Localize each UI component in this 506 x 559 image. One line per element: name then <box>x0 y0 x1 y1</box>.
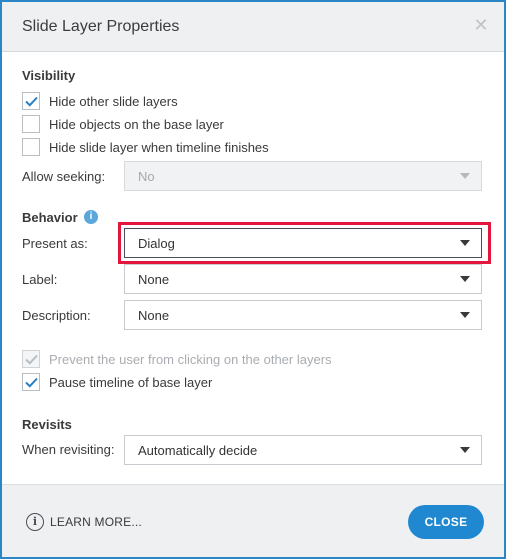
when-revisiting-dropdown[interactable]: Automatically decide <box>124 435 482 465</box>
behavior-heading: Behavior <box>22 210 78 225</box>
hide-when-timeline-finishes-checkbox[interactable] <box>22 138 40 156</box>
description-dropdown[interactable]: None <box>124 300 482 330</box>
info-icon: i <box>26 513 44 531</box>
description-label: Description: <box>22 308 91 323</box>
hide-other-layers-checkbox[interactable] <box>22 92 40 110</box>
checkmark-icon <box>24 377 38 388</box>
pause-timeline-label: Pause timeline of base layer <box>49 374 213 390</box>
visibility-heading: Visibility <box>22 68 76 83</box>
chevron-down-icon <box>460 173 470 179</box>
when-revisiting-value: Automatically decide <box>138 442 258 458</box>
learn-more-link[interactable]: i LEARN MORE... <box>26 513 142 531</box>
hide-other-layers-option[interactable]: Hide other slide layers <box>22 91 178 111</box>
revisits-heading: Revisits <box>22 417 72 432</box>
pause-timeline-option[interactable]: Pause timeline of base layer <box>22 372 212 392</box>
description-value: None <box>138 307 170 323</box>
hide-when-timeline-finishes-option[interactable]: Hide slide layer when timeline finishes <box>22 137 269 157</box>
slide-layer-properties-dialog: Slide Layer Properties ✕ Visibility Hide… <box>0 0 506 559</box>
label-value: None <box>138 271 170 287</box>
hide-base-objects-option[interactable]: Hide objects on the base layer <box>22 114 224 134</box>
prevent-clicking-label: Prevent the user from clicking on the ot… <box>49 351 332 367</box>
hide-when-timeline-finishes-label: Hide slide layer when timeline finishes <box>49 139 269 155</box>
hide-other-layers-label: Hide other slide layers <box>49 93 178 109</box>
prevent-clicking-option: Prevent the user from clicking on the ot… <box>22 349 332 369</box>
chevron-down-icon <box>460 276 470 282</box>
close-icon[interactable]: ✕ <box>472 16 490 34</box>
allow-seeking-value: No <box>138 168 155 184</box>
allow-seeking-label: Allow seeking: <box>22 169 106 184</box>
allow-seeking-dropdown[interactable]: No <box>124 161 482 191</box>
label-field-label: Label: <box>22 272 58 287</box>
learn-more-label: LEARN MORE... <box>50 515 142 529</box>
chevron-down-icon <box>460 312 470 318</box>
hide-base-objects-checkbox[interactable] <box>22 115 40 133</box>
label-dropdown[interactable]: None <box>124 264 482 294</box>
present-as-label: Present as: <box>22 236 88 251</box>
accessibility-info-icon[interactable]: i <box>84 210 98 224</box>
highlight-annotation <box>118 222 491 264</box>
checkmark-icon <box>24 96 38 107</box>
when-revisiting-label: When revisiting: <box>22 442 115 457</box>
prevent-clicking-checkbox <box>22 350 40 368</box>
close-button[interactable]: CLOSE <box>408 505 484 539</box>
pause-timeline-checkbox[interactable] <box>22 373 40 391</box>
title-bar: Slide Layer Properties ✕ <box>2 2 504 52</box>
chevron-down-icon <box>460 447 470 453</box>
hide-base-objects-label: Hide objects on the base layer <box>49 116 224 132</box>
dialog-title: Slide Layer Properties <box>22 18 180 35</box>
checkmark-icon <box>24 354 38 365</box>
dialog-footer: i LEARN MORE... CLOSE <box>2 484 504 557</box>
